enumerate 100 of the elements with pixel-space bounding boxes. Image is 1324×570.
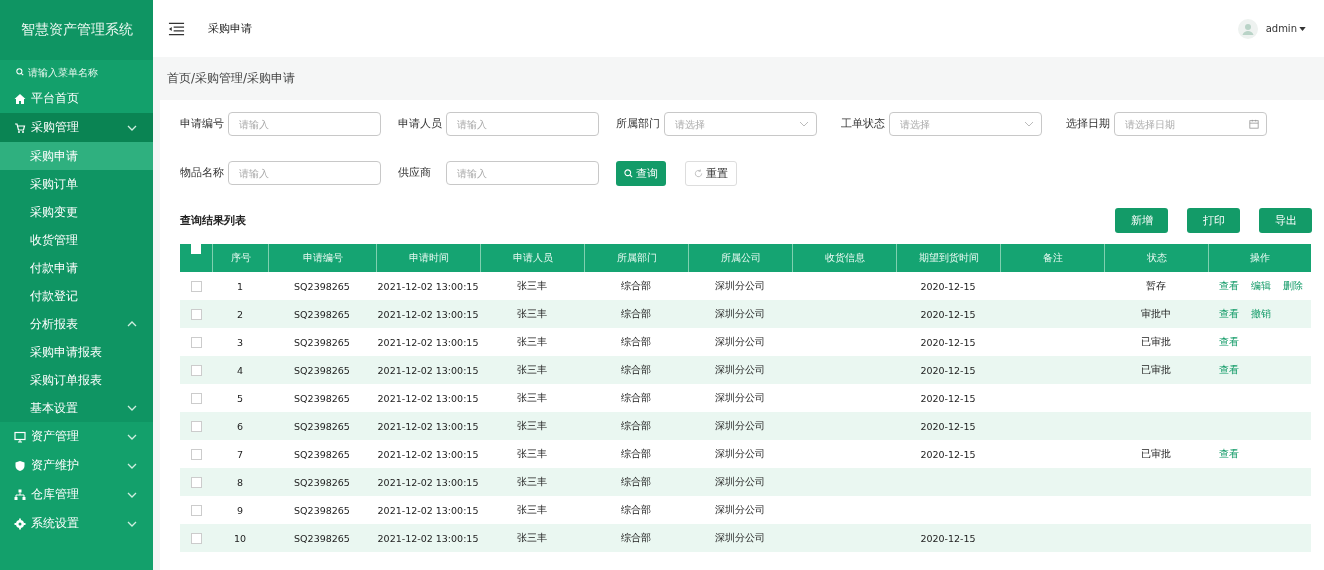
field-label: 物品名称	[180, 166, 225, 180]
search-icon	[624, 168, 633, 178]
row-checkbox[interactable]	[190, 420, 202, 432]
chevron-down-icon	[127, 491, 137, 498]
row-action-link[interactable]: 删除	[1283, 279, 1303, 293]
table-cell: SQ2398265	[294, 308, 350, 320]
table-cell: 2021-12-02 13:00:15	[377, 448, 479, 460]
row-checkbox[interactable]	[190, 532, 202, 544]
submenu-item[interactable]: 付款登记	[0, 282, 153, 310]
submenu-item[interactable]: 付款申请	[0, 254, 153, 282]
home-icon	[14, 92, 26, 105]
field-label: 所属部门	[616, 117, 661, 131]
row-action-link[interactable]: 撤销	[1251, 307, 1271, 321]
table-cell: 深圳分公司	[715, 503, 765, 515]
table-cell: 深圳分公司	[715, 279, 765, 291]
cart-icon	[14, 121, 26, 134]
row-checkbox[interactable]	[190, 280, 202, 292]
row-checkbox[interactable]	[190, 308, 202, 320]
table-cell: 3	[236, 336, 243, 348]
table-cell: 深圳分公司	[715, 363, 765, 375]
field-label: 申请人员	[398, 117, 443, 131]
submenu-item[interactable]: 分析报表	[0, 310, 153, 338]
submenu-item[interactable]: 采购订单报表	[0, 366, 153, 394]
breadcrumb: 首页/采购管理/采购申请	[167, 70, 296, 87]
chevron-down-icon	[127, 520, 137, 527]
table-cell: 张三丰	[517, 475, 547, 487]
row-checkbox[interactable]	[190, 476, 202, 488]
submenu-item[interactable]: 采购申请报表	[0, 338, 153, 366]
action-button[interactable]: 导出	[1259, 207, 1312, 233]
input-field[interactable]: 请输入	[446, 161, 599, 185]
caret-icon	[1299, 26, 1306, 31]
table-cell: 2021-12-02 13:00:15	[377, 392, 479, 404]
table-cell: SQ2398265	[294, 420, 350, 432]
table-cell: 2020-12-15	[920, 336, 976, 348]
submenu-item[interactable]: 基本设置	[0, 394, 153, 422]
row-checkbox[interactable]	[190, 392, 202, 404]
row-action-link[interactable]: 查看	[1219, 279, 1239, 293]
table-cell: 综合部	[621, 335, 651, 347]
search-button[interactable]: 查询	[616, 160, 666, 186]
table-cell: SQ2398265	[294, 476, 350, 488]
field-label: 申请编号	[180, 117, 225, 131]
table-cell: 暂存	[1146, 279, 1166, 291]
table-cell: 2020-12-15	[920, 280, 976, 292]
table-cell: SQ2398265	[294, 532, 350, 544]
menu-item[interactable]: 采购管理	[0, 113, 153, 142]
table-cell: 10	[233, 532, 247, 544]
user-menu[interactable]: admin	[1265, 23, 1297, 34]
row-checkbox[interactable]	[190, 336, 202, 348]
action-button[interactable]: 新增	[1115, 207, 1168, 233]
reset-button[interactable]: 重置	[685, 160, 737, 186]
menu-search-field[interactable]: 请输入菜单名称	[28, 66, 138, 78]
table-cell: 张三丰	[517, 419, 547, 431]
table-cell: 综合部	[621, 503, 651, 515]
input-field[interactable]: 请输入	[228, 161, 381, 185]
table-cell: SQ2398265	[294, 364, 350, 376]
settings-icon	[14, 517, 26, 530]
table-cell: 张三丰	[517, 391, 547, 403]
row-action-link[interactable]: 查看	[1219, 307, 1239, 321]
submenu-item[interactable]: 采购申请	[0, 142, 153, 170]
table-cell: 已审批	[1141, 363, 1171, 375]
column-header: 序号	[212, 244, 268, 272]
menu-item[interactable]: 资产维护	[0, 451, 153, 480]
submenu-item[interactable]: 采购变更	[0, 198, 153, 226]
submenu-item[interactable]: 收货管理	[0, 226, 153, 254]
sitemap-icon	[14, 488, 26, 501]
table-cell: 2021-12-02 13:00:15	[377, 476, 479, 488]
menu-item[interactable]: 系统设置	[0, 509, 153, 538]
input-field[interactable]: 请输入	[446, 112, 599, 136]
refresh-icon	[694, 168, 703, 178]
row-action-link[interactable]: 查看	[1219, 335, 1239, 349]
date-field[interactable]: 请选择日期	[1114, 112, 1267, 136]
row-action-link[interactable]: 编辑	[1251, 279, 1271, 293]
column-header: 申请时间	[376, 244, 480, 272]
table-cell: 深圳分公司	[715, 391, 765, 403]
search-icon	[16, 68, 24, 76]
menu-item[interactable]: 仓库管理	[0, 480, 153, 509]
input-field[interactable]: 请输入	[228, 112, 381, 136]
table-cell: 综合部	[621, 475, 651, 487]
menu-item[interactable]: 平台首页	[0, 84, 153, 113]
table-cell: SQ2398265	[294, 448, 350, 460]
select-all-checkbox[interactable]	[191, 244, 201, 254]
menu-item[interactable]: 资产管理	[0, 422, 153, 451]
shield-icon	[14, 459, 26, 472]
row-checkbox[interactable]	[190, 448, 202, 460]
select-field[interactable]: 请选择	[889, 112, 1042, 136]
field-label: 供应商	[398, 166, 432, 180]
table-cell: 2020-12-15	[920, 532, 976, 544]
menu-icon[interactable]	[168, 21, 185, 36]
column-header: 所属公司	[688, 244, 792, 272]
submenu-item[interactable]: 采购订单	[0, 170, 153, 198]
table-cell: 深圳分公司	[715, 531, 765, 543]
row-checkbox[interactable]	[190, 504, 202, 516]
select-field[interactable]: 请选择	[664, 112, 817, 136]
chevron-down-icon	[1024, 119, 1034, 129]
row-checkbox[interactable]	[190, 364, 202, 376]
row-action-link[interactable]: 查看	[1219, 447, 1239, 461]
table-cell: 综合部	[621, 419, 651, 431]
action-button[interactable]: 打印	[1187, 207, 1240, 233]
row-action-link[interactable]: 查看	[1219, 363, 1239, 377]
page-title: 采购申请	[208, 21, 252, 36]
